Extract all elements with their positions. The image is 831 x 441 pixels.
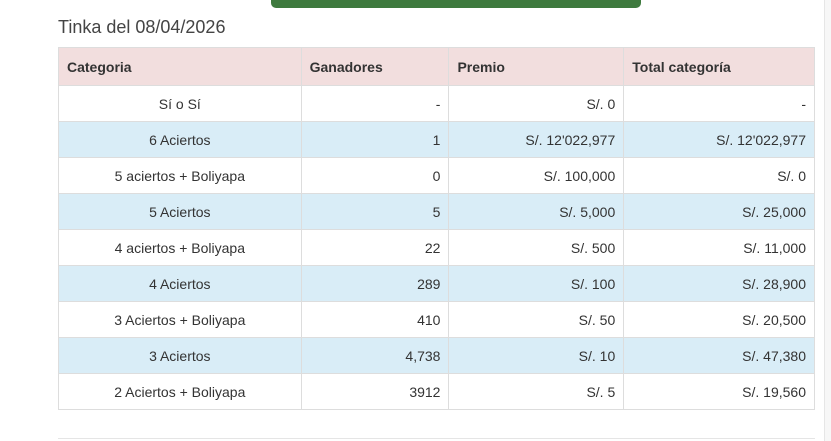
table-row: 2 Aciertos + Boliyapa 3912 S/. 5 S/. 19,… <box>58 373 815 410</box>
row-category: 5 Aciertos <box>58 193 302 230</box>
row-prize: S/. 10 <box>448 337 625 374</box>
row-total: S/. 11,000 <box>623 229 815 266</box>
row-total: S/. 12'022,977 <box>623 121 815 158</box>
row-prize: S/. 5 <box>448 373 625 410</box>
header-category: Categoria <box>58 47 302 86</box>
table-row: 5 Aciertos 5 S/. 5,000 S/. 25,000 <box>58 193 815 230</box>
table-row: 4 Aciertos 289 S/. 100 S/. 28,900 <box>58 265 815 302</box>
row-prize: S/. 12'022,977 <box>448 121 625 158</box>
row-winners: 3912 <box>300 373 450 410</box>
header-total: Total categoría <box>623 47 815 86</box>
row-winners: 5 <box>300 193 450 230</box>
row-winners: 410 <box>300 301 450 338</box>
row-category: 2 Aciertos + Boliyapa <box>58 373 302 410</box>
row-winners: 22 <box>300 229 450 266</box>
row-category: 5 aciertos + Boliyapa <box>58 157 302 194</box>
row-category: 3 Aciertos + Boliyapa <box>58 301 302 338</box>
row-winners: 1 <box>300 121 450 158</box>
row-total: S/. 20,500 <box>623 301 815 338</box>
table-row: 4 aciertos + Boliyapa 22 S/. 500 S/. 11,… <box>58 229 815 266</box>
row-category: 3 Aciertos <box>58 337 302 374</box>
row-total: - <box>623 85 815 122</box>
row-winners: 0 <box>300 157 450 194</box>
prize-results-table: Categoria Ganadores Premio Total categor… <box>58 47 815 410</box>
right-scroll-strip <box>824 0 831 441</box>
header-winners: Ganadores <box>300 47 450 86</box>
row-category: Sí o Sí <box>58 85 302 122</box>
row-total: S/. 0 <box>623 157 815 194</box>
row-total: S/. 19,560 <box>623 373 815 410</box>
table-header-row: Categoria Ganadores Premio Total categor… <box>58 47 815 86</box>
row-total: S/. 47,380 <box>623 337 815 374</box>
row-prize: S/. 5,000 <box>448 193 625 230</box>
row-category: 4 aciertos + Boliyapa <box>58 229 302 266</box>
row-prize: S/. 0 <box>448 85 625 122</box>
table-row: Sí o Sí - S/. 0 - <box>58 85 815 122</box>
row-prize: S/. 500 <box>448 229 625 266</box>
row-prize: S/. 100,000 <box>448 157 625 194</box>
header-prize: Premio <box>448 47 625 86</box>
top-green-bar <box>271 0 641 8</box>
row-winners: 289 <box>300 265 450 302</box>
row-total: S/. 28,900 <box>623 265 815 302</box>
table-row: 6 Aciertos 1 S/. 12'022,977 S/. 12'022,9… <box>58 121 815 158</box>
row-prize: S/. 100 <box>448 265 625 302</box>
table-row: 3 Aciertos + Boliyapa 410 S/. 50 S/. 20,… <box>58 301 815 338</box>
bottom-divider <box>58 438 815 439</box>
table-row: 3 Aciertos 4,738 S/. 10 S/. 47,380 <box>58 337 815 374</box>
row-prize: S/. 50 <box>448 301 625 338</box>
table-row: 5 aciertos + Boliyapa 0 S/. 100,000 S/. … <box>58 157 815 194</box>
page-title: Tinka del 08/04/2026 <box>58 17 226 37</box>
row-winners: - <box>300 85 450 122</box>
row-category: 4 Aciertos <box>58 265 302 302</box>
row-winners: 4,738 <box>300 337 450 374</box>
row-category: 6 Aciertos <box>58 121 302 158</box>
row-total: S/. 25,000 <box>623 193 815 230</box>
